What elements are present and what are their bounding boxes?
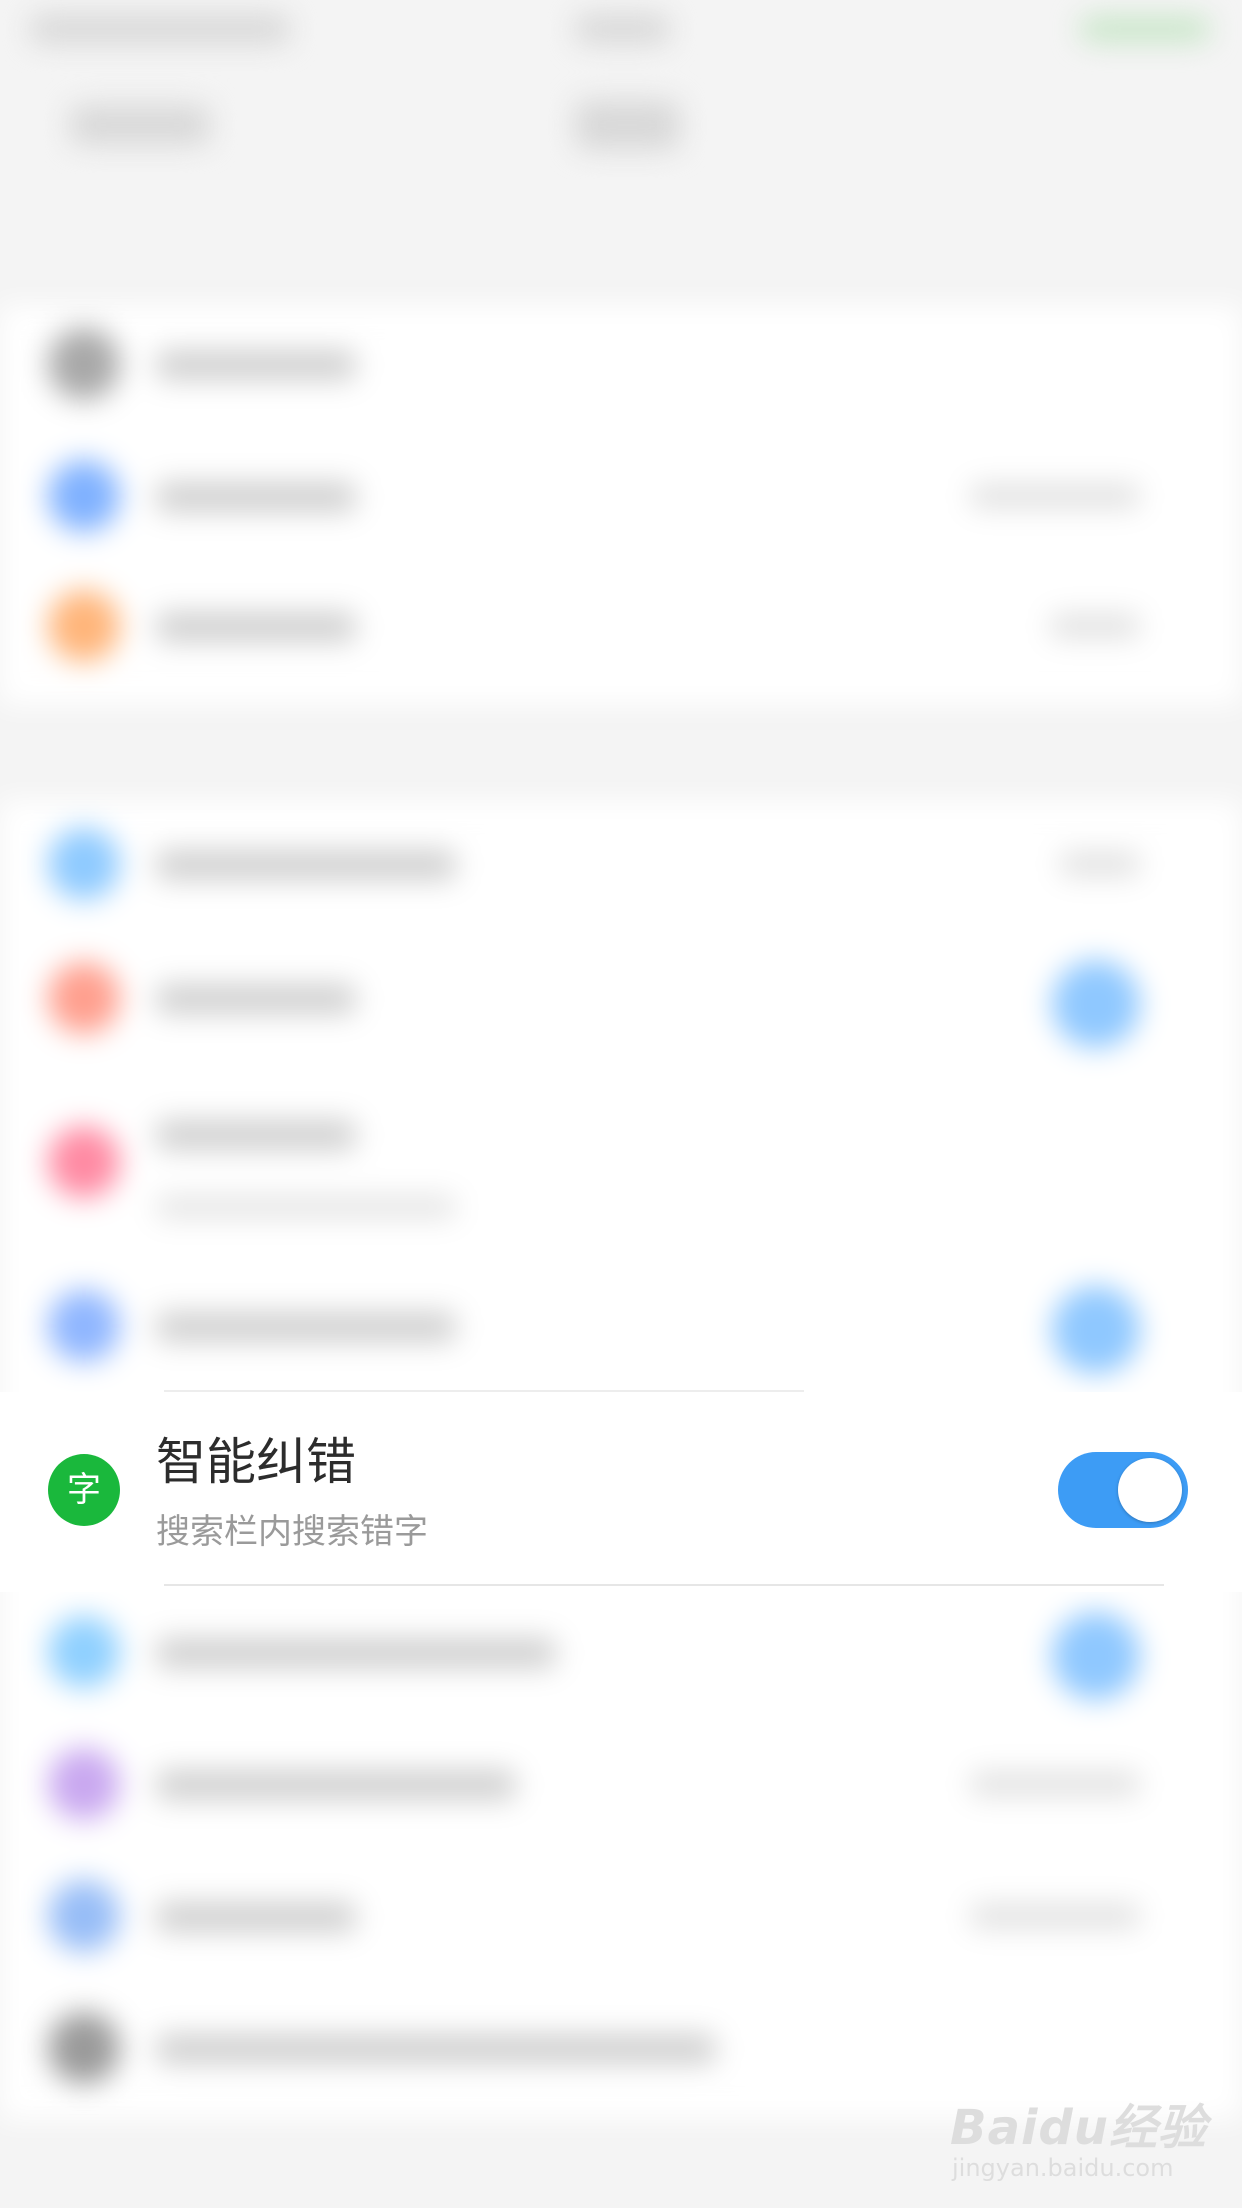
smart-correction-title: 智能纠错	[156, 1433, 356, 1491]
blurred-row-label	[156, 984, 356, 1014]
blurred-row-value	[970, 1772, 1140, 1796]
blurred-background	[0, 0, 1242, 2208]
blurred-row-value	[970, 484, 1140, 508]
smart-correction-subtitle: 搜索栏内搜索错字	[156, 1512, 428, 1552]
blurred-row-label	[156, 612, 356, 642]
watermark-brand: Baidu经验	[950, 2100, 1207, 2156]
nav-title	[575, 100, 680, 150]
blurred-toggle[interactable]	[1052, 960, 1140, 1048]
nav-back[interactable]	[70, 105, 210, 145]
blurred-row-icon	[48, 962, 120, 1034]
status-bar-battery	[1080, 16, 1210, 42]
blurred-row-label	[156, 1638, 556, 1668]
watermark-url: jingyan.baidu.com	[952, 2154, 1174, 2182]
blurred-toggle[interactable]	[1052, 1286, 1140, 1374]
blurred-row-icon	[48, 1748, 120, 1820]
blurred-row-icon	[48, 590, 120, 662]
blurred-row-label	[156, 850, 456, 880]
blurred-row-label	[156, 1120, 356, 1150]
blurred-row-label	[156, 350, 356, 380]
blurred-row-icon	[48, 328, 120, 400]
smart-correction-toggle[interactable]	[1058, 1452, 1188, 1528]
blurred-row-icon	[48, 828, 120, 900]
blurred-row-icon	[48, 2012, 120, 2084]
blurred-toggle[interactable]	[1052, 1612, 1140, 1700]
blurred-row-label	[156, 482, 356, 512]
blurred-row-value	[970, 1904, 1140, 1928]
smart-correction-row[interactable]	[0, 1392, 1242, 1592]
blurred-row-icon	[48, 1616, 120, 1688]
blurred-row-sublabel	[156, 1196, 456, 1218]
blurred-row-label	[156, 1770, 516, 1800]
toggle-knob	[1118, 1458, 1182, 1522]
blurred-row-label	[156, 2034, 716, 2064]
blurred-row-icon	[48, 460, 120, 532]
row-divider	[164, 1584, 1164, 1586]
blurred-row-icon	[48, 1880, 120, 1952]
status-bar-carrier	[30, 14, 290, 44]
blurred-row-icon	[48, 1290, 120, 1362]
blurred-row-label	[156, 1902, 356, 1932]
row-divider	[164, 1390, 804, 1392]
status-bar-time	[575, 14, 670, 44]
character-icon: 字	[48, 1454, 120, 1526]
baidu-jingyan-watermark: Baidu经验 jingyan.baidu.com	[950, 2088, 1220, 2188]
blurred-row-label	[156, 1312, 456, 1342]
blurred-row-icon	[48, 1126, 120, 1198]
blurred-row-value	[1060, 852, 1140, 876]
blurred-row-value	[1050, 614, 1140, 638]
